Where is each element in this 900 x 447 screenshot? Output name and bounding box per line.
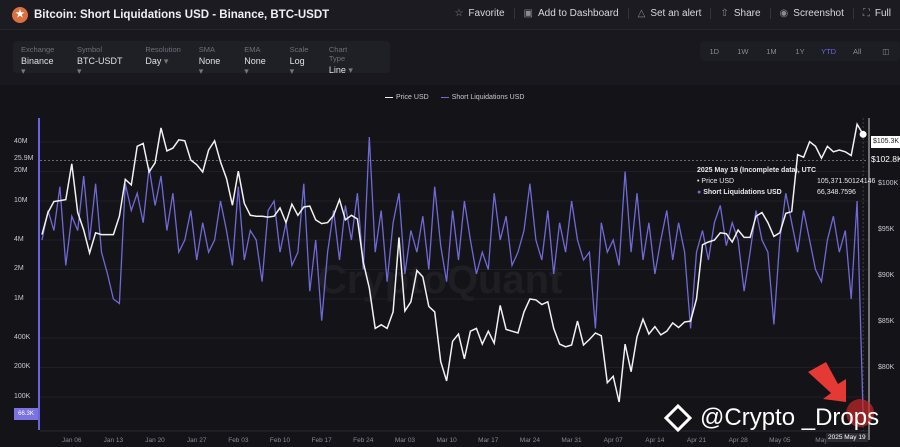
x-axis-tick: Feb 17 [311, 437, 332, 444]
left-axis-tick: 200K [14, 363, 31, 371]
left-axis-tick: 10M [14, 197, 28, 204]
right-axis-tick: $80K [878, 364, 895, 371]
left-axis-tick: 4M [14, 235, 24, 243]
credit-overlay: @Crypto _Drops [663, 403, 879, 433]
legend-price[interactable]: Price USD [385, 94, 429, 101]
price-current-point [859, 130, 867, 138]
x-axis-tick: Jan 20 [145, 437, 165, 444]
x-axis-tick: Feb 03 [228, 437, 249, 444]
right-axis-tick: $100K [878, 180, 899, 187]
tooltip: 2025 May 19 (Incomplete data), UTC • Pri… [697, 167, 876, 196]
left-axis-tick: 400K [14, 333, 31, 341]
right-axis-current-badge: $105.3K [871, 136, 900, 148]
legend-short-liquidations[interactable]: Short Liquidations USD [440, 94, 524, 101]
x-axis-tick: Jan 06 [61, 437, 82, 444]
x-axis-tick: Jan 27 [186, 437, 207, 444]
x-axis-tick: Apr 14 [645, 437, 665, 444]
left-axis-tick: 40M [14, 137, 28, 145]
left-axis-marker-label: 25.9M [14, 155, 34, 162]
left-axis-current-badge: 66.3K [14, 408, 38, 420]
x-axis-tick: Apr 07 [603, 437, 623, 444]
x-axis-tick: Apr 21 [686, 437, 707, 444]
legend: Price USD Short Liquidations USD [385, 94, 524, 101]
x-axis-tick: May 05 [769, 437, 791, 444]
x-axis-tick: Feb 24 [353, 437, 374, 444]
left-axis-tick: 2M [14, 265, 24, 273]
right-axis-tick: $95K [878, 226, 895, 233]
left-axis-tick: 20M [14, 167, 28, 175]
crosshair-date-label: 2025 May 19 [826, 433, 868, 442]
right-axis-marker-label: $102.8K [870, 154, 900, 165]
chart-svg [38, 118, 875, 440]
binance-logo-icon [663, 403, 693, 433]
right-axis-tick: $85K [878, 318, 895, 325]
right-axis-tick: $90K [878, 272, 895, 279]
x-axis-tick: Mar 17 [478, 437, 499, 444]
left-axis-tick: 1M [14, 295, 24, 302]
x-axis-tick: Mar 03 [394, 437, 416, 444]
x-axis-tick: Apr 28 [728, 437, 748, 444]
left-axis-tick: 100K [14, 393, 31, 400]
x-axis-tick: Mar 10 [436, 437, 457, 444]
red-arrow-icon [808, 362, 846, 402]
x-axis-tick: Feb 10 [269, 437, 291, 444]
x-axis-tick: Jan 13 [103, 437, 124, 444]
x-axis-tick: Mar 31 [561, 437, 582, 444]
x-axis-tick: Mar 24 [519, 437, 541, 444]
